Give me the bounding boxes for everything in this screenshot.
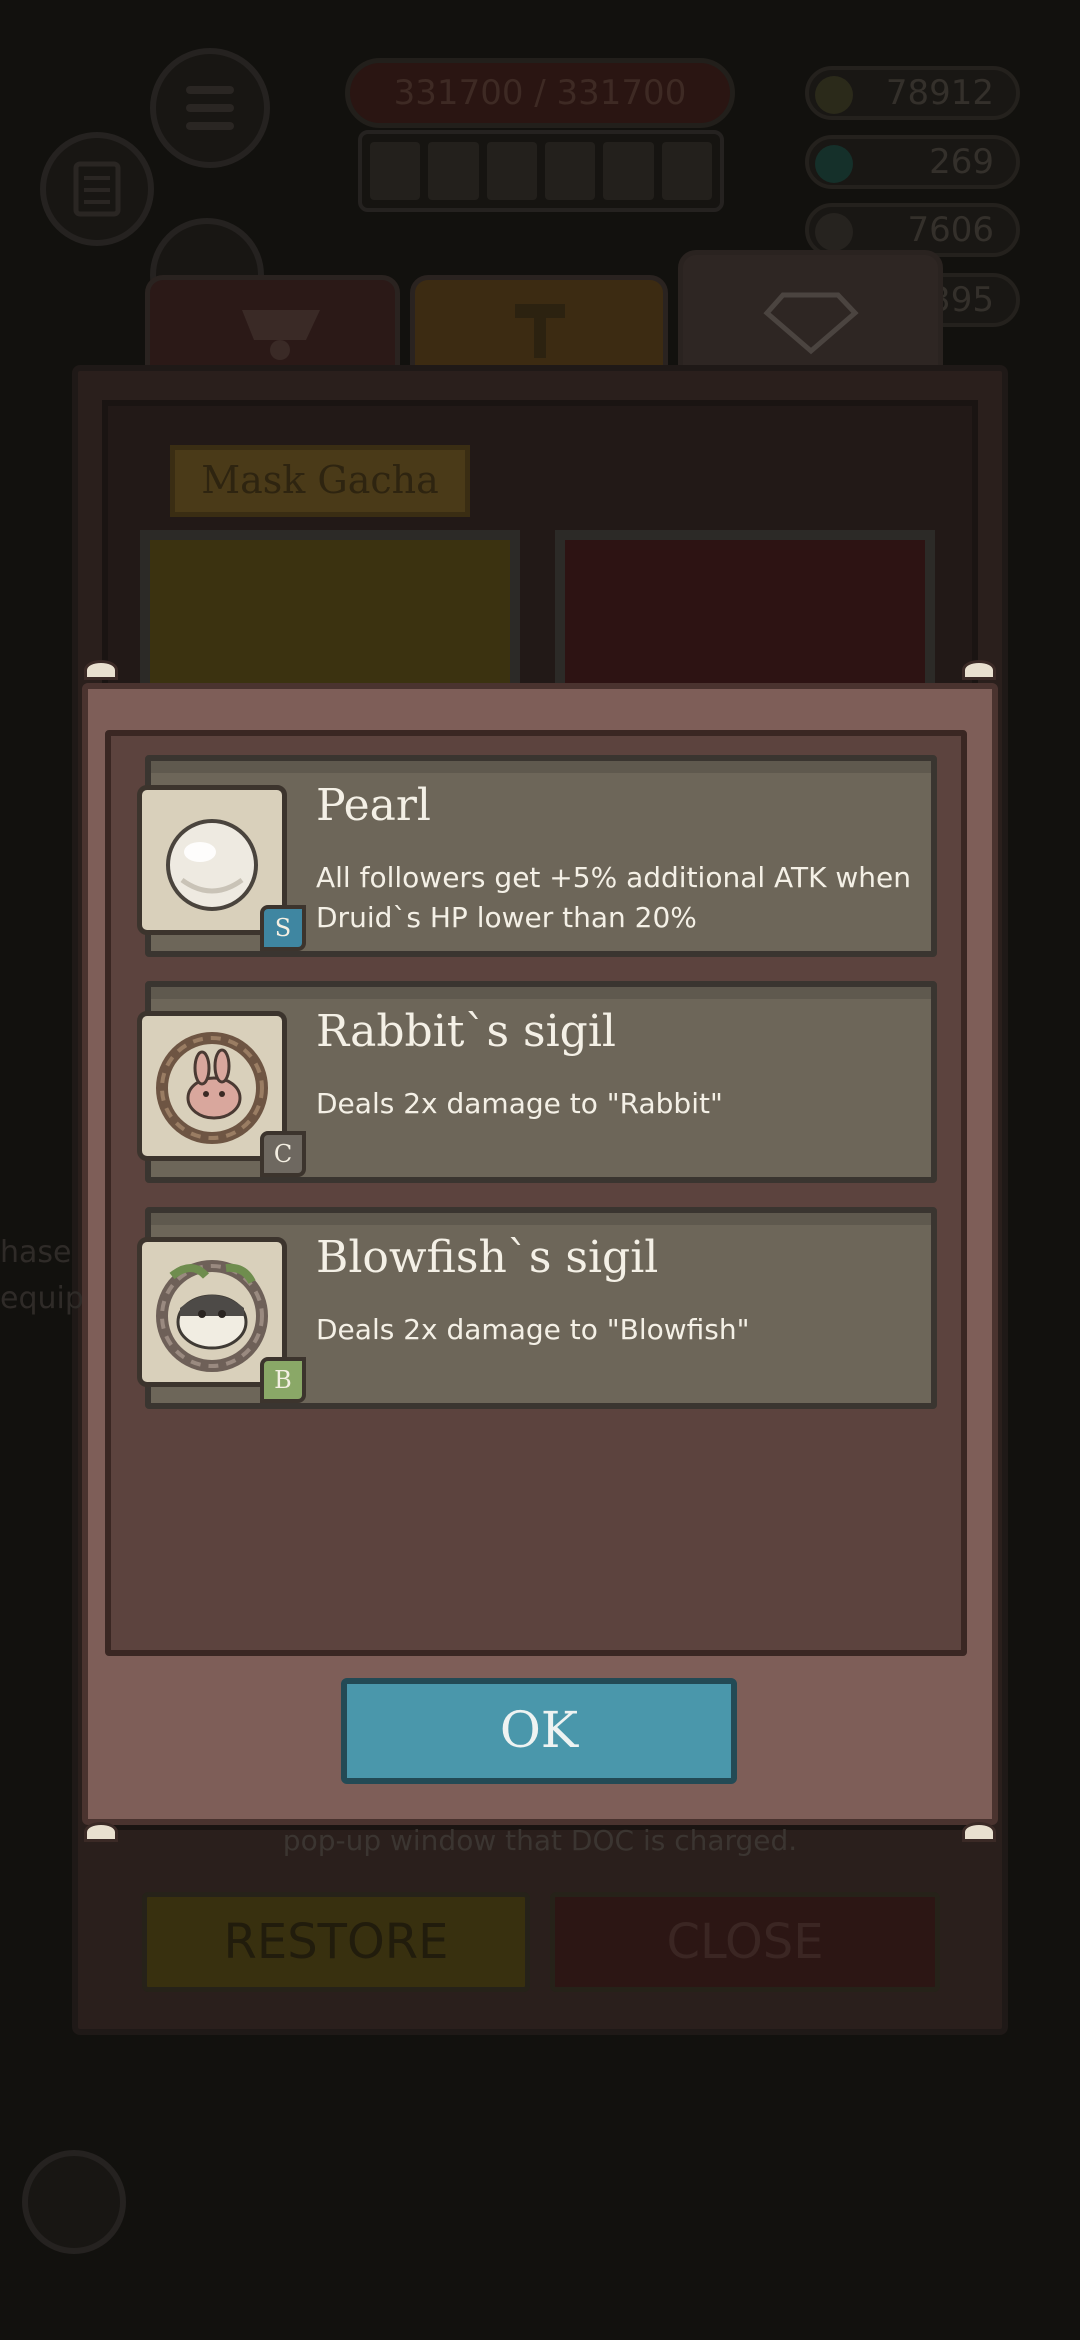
follower-slot[interactable] xyxy=(661,142,712,200)
item-description: Deals 2x damage to "Rabbit" xyxy=(316,1087,723,1120)
cart-icon xyxy=(242,310,320,360)
bottom-left-button[interactable] xyxy=(22,2150,126,2254)
restore-label: RESTORE xyxy=(223,1914,449,1970)
gem-counter: 269 xyxy=(805,135,1020,189)
grade-badge: C xyxy=(260,1131,306,1177)
corner-ornament xyxy=(962,660,996,680)
checklist-icon xyxy=(73,161,121,217)
close-button[interactable]: CLOSE xyxy=(550,1892,940,1992)
close-label: CLOSE xyxy=(666,1914,824,1970)
follower-slot[interactable] xyxy=(370,142,421,200)
follower-slot[interactable] xyxy=(544,142,596,200)
menu-button[interactable] xyxy=(150,48,270,168)
diamond-icon xyxy=(763,292,859,355)
material-counter: 7606 xyxy=(805,203,1020,257)
gold-counter: 78912 xyxy=(805,66,1020,120)
hp-bar: 331700 / 331700 xyxy=(345,58,735,128)
corner-ornament xyxy=(962,1822,996,1842)
hammer-icon xyxy=(515,304,565,358)
coin-icon xyxy=(815,76,853,114)
follower-slot[interactable] xyxy=(428,142,479,200)
gacha-card-red[interactable] xyxy=(555,530,935,700)
grade-badge: B xyxy=(260,1357,306,1403)
gacha-title: Mask Gacha xyxy=(170,445,470,517)
ok-button[interactable]: OK xyxy=(341,1678,737,1784)
follower-slots xyxy=(358,130,724,212)
item-title: Rabbit`s sigil xyxy=(316,1006,616,1057)
corner-ornament xyxy=(84,660,118,680)
side-text: hase equip xyxy=(0,1235,84,1316)
tab-gems[interactable] xyxy=(678,250,943,380)
charge-note: pop-up window that DOC is charged. xyxy=(282,1824,798,1857)
item-title: Blowfish`s sigil xyxy=(316,1232,659,1283)
item-description: Deals 2x damage to "Blowfish" xyxy=(316,1313,750,1346)
heart-icon xyxy=(815,145,853,183)
gacha-card-gold[interactable] xyxy=(140,530,520,700)
follower-slot[interactable] xyxy=(603,142,654,200)
wrench-icon xyxy=(815,213,853,251)
item-description: All followers get +5% additional ATK whe… xyxy=(316,861,911,934)
item-title: Pearl xyxy=(316,780,432,831)
corner-ornament xyxy=(84,1822,118,1842)
follower-slot[interactable] xyxy=(486,142,537,200)
hamburger-icon xyxy=(186,86,234,130)
restore-button[interactable]: RESTORE xyxy=(142,1892,530,1992)
quest-button[interactable] xyxy=(40,132,154,246)
grade-badge: S xyxy=(260,905,306,951)
